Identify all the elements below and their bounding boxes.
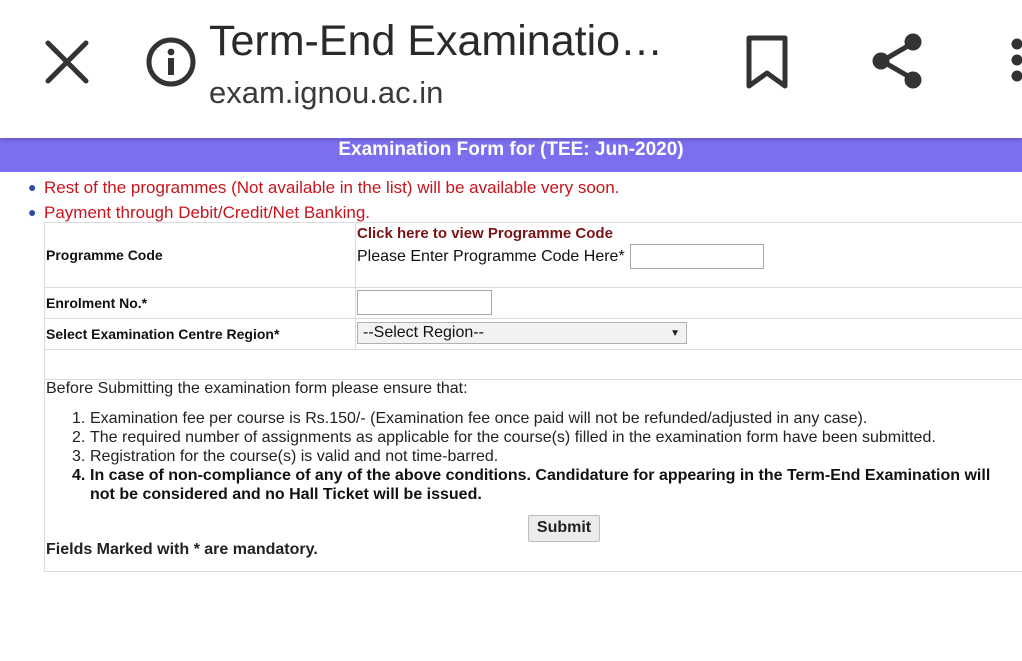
- banner-title: Examination Form for (TEE: Jun-2020): [338, 139, 684, 160]
- programme-code-input[interactable]: [629, 244, 764, 269]
- browser-toolbar: Term-End Examinatio… exam.ignou.ac.in: [0, 0, 1022, 138]
- close-icon[interactable]: [40, 35, 94, 89]
- instruction-text: The required number of assignments as ap…: [90, 429, 936, 446]
- form-banner: Examination Form for (TEE: Jun-2020): [0, 138, 1022, 172]
- submit-button[interactable]: Submit: [528, 515, 600, 542]
- programme-code-label: Programme Code: [46, 247, 163, 263]
- url-title-box[interactable]: Term-End Examinatio… exam.ignou.ac.in: [209, 14, 679, 116]
- share-icon[interactable]: [868, 30, 928, 92]
- programme-code-prompt-line: Please Enter Programme Code Here*: [357, 244, 1022, 269]
- instructions-list: 1. Examination fee per course is Rs.150/-…: [72, 409, 1010, 504]
- programme-code-value-cell: Click here to view Programme Code Please…: [356, 223, 1022, 287]
- region-select[interactable]: --Select Region-- ▼: [357, 322, 687, 344]
- instruction-number: 4.: [72, 467, 86, 484]
- programme-code-label-cell: Programme Code: [44, 223, 356, 287]
- region-label-cell: Select Examination Centre Region*: [44, 319, 356, 349]
- dropdown-arrow-icon: ▼: [670, 327, 680, 339]
- exam-form-table: Programme Code Click here to view Progra…: [44, 222, 1022, 350]
- region-row: Select Examination Centre Region* --Sele…: [44, 319, 1022, 350]
- instruction-text: Registration for the course(s) is valid …: [90, 448, 499, 465]
- empty-row: [44, 348, 1022, 380]
- bullet-icon: ●: [28, 179, 37, 195]
- instruction-text: In case of non-compliance of any of the …: [90, 467, 991, 503]
- bookmark-icon[interactable]: [740, 33, 794, 91]
- enrolment-value-cell: [356, 288, 1022, 318]
- enrolment-input[interactable]: [357, 290, 492, 315]
- notice-list: ● Rest of the programmes (Not available i…: [28, 175, 619, 225]
- instruction-item: 2. The required number of assignments as …: [72, 428, 1010, 447]
- view-programme-code-link[interactable]: Click here to view Programme Code: [357, 224, 1022, 244]
- instruction-item: 1. Examination fee per course is Rs.150/-…: [72, 409, 1010, 428]
- enrolment-label: Enrolment No.*: [46, 295, 148, 311]
- bullet-icon: ●: [28, 204, 37, 220]
- instructions-intro: Before Submitting the examination form p…: [46, 380, 468, 397]
- instruction-item: 3. Registration for the course(s) is vali…: [72, 447, 1010, 466]
- notice-text: Rest of the programmes (Not available in…: [44, 178, 620, 197]
- programme-code-row: Programme Code Click here to view Progra…: [44, 223, 1022, 288]
- notice-item: ● Rest of the programmes (Not available i…: [28, 175, 619, 200]
- enrolment-label-cell: Enrolment No.*: [44, 288, 356, 318]
- page-title: Term-End Examinatio…: [209, 17, 664, 65]
- programme-code-prompt: Please Enter Programme Code Here*: [357, 247, 625, 265]
- instruction-text: Examination fee per course is Rs.150/- (…: [90, 410, 868, 427]
- region-selected-value: --Select Region--: [363, 324, 484, 341]
- instruction-item: 4. In case of non-compliance of any of th…: [72, 466, 1010, 504]
- notice-text: Payment through Debit/Credit/Net Banking…: [44, 203, 371, 222]
- instruction-number: 3.: [72, 448, 86, 465]
- region-value-cell: --Select Region-- ▼: [356, 319, 1022, 349]
- info-icon[interactable]: [144, 35, 198, 89]
- mandatory-note: Fields Marked with * are mandatory.: [46, 541, 318, 558]
- instruction-number: 2.: [72, 429, 86, 446]
- more-vert-icon[interactable]: [1004, 36, 1022, 88]
- region-label: Select Examination Centre Region*: [46, 326, 280, 342]
- instruction-number: 1.: [72, 410, 86, 427]
- page-url: exam.ignou.ac.in: [209, 75, 444, 110]
- instructions-box: Before Submitting the examination form p…: [44, 379, 1022, 572]
- enrolment-row: Enrolment No.*: [44, 288, 1022, 319]
